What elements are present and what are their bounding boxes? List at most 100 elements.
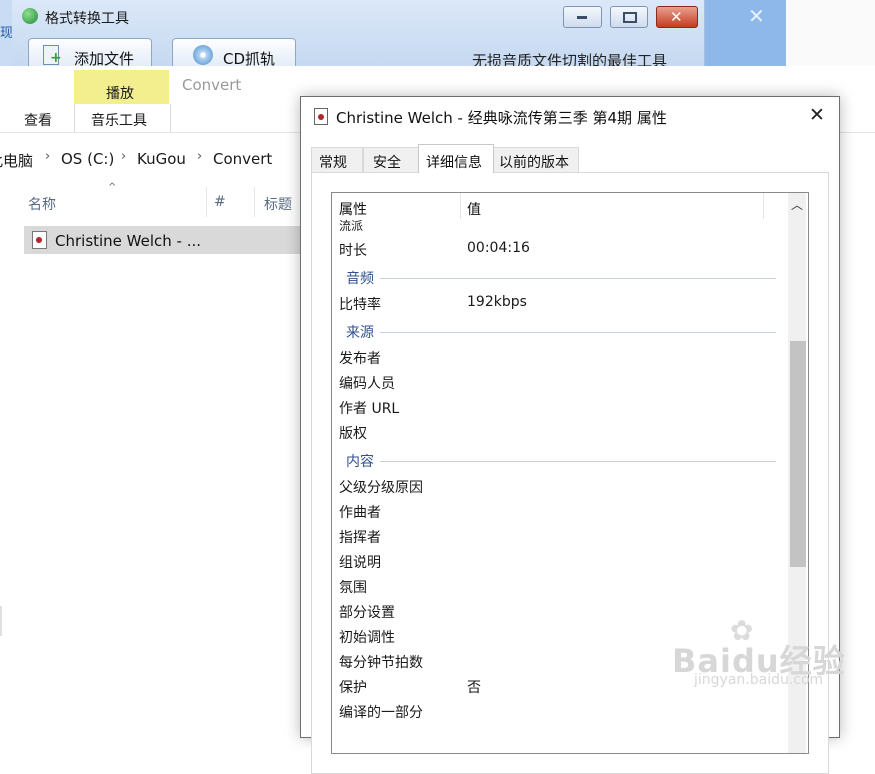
- tab-security[interactable]: 安全: [363, 147, 419, 172]
- property-label: 比特率: [339, 297, 381, 313]
- dialog-title: Christine Welch - 经典咏流传第三季 第4期 属性: [336, 109, 667, 127]
- tab-label: 安全: [373, 155, 401, 171]
- background-window-edge: 现: [0, 0, 13, 66]
- column-divider[interactable]: [460, 193, 461, 219]
- ribbon-music-tools-label[interactable]: 音乐工具: [91, 110, 147, 130]
- group-label: 音频: [346, 268, 380, 288]
- breadcrumb-item[interactable]: Convert: [213, 150, 272, 168]
- breadcrumb-item[interactable]: 此电脑: [0, 150, 33, 171]
- tab-label: 以前的版本: [499, 155, 569, 171]
- property-row-parental-reason[interactable]: 父级分级原因: [332, 477, 788, 499]
- file-row-selected[interactable]: Christine Welch - ...: [24, 226, 314, 254]
- property-row-mood[interactable]: 氛围: [332, 577, 788, 599]
- column-number[interactable]: #: [214, 194, 226, 210]
- converter-logo-icon: [22, 8, 38, 24]
- cd-icon: [193, 45, 213, 65]
- property-label: 氛围: [339, 580, 367, 596]
- property-label: 编译的一部分: [339, 705, 423, 721]
- property-row-conductor[interactable]: 指挥者: [332, 527, 788, 549]
- tab-details[interactable]: 详细信息: [418, 144, 494, 173]
- dialog-titlebar: Christine Welch - 经典咏流传第三季 第4期 属性 ✕: [301, 97, 839, 135]
- column-divider[interactable]: [254, 187, 255, 217]
- group-header-source: 来源: [332, 322, 788, 342]
- group-label: 来源: [346, 322, 380, 342]
- property-value: 否: [467, 680, 481, 696]
- property-label: 父级分级原因: [339, 480, 423, 496]
- property-label: 时长: [339, 243, 367, 259]
- breadcrumb-item[interactable]: KuGou: [137, 150, 186, 168]
- dialog-close-button[interactable]: ✕: [801, 103, 833, 129]
- add-file-button[interactable]: 添加文件: [28, 38, 152, 68]
- breadcrumb-item[interactable]: OS (C:): [61, 150, 114, 168]
- minimize-icon: [577, 16, 587, 19]
- property-label: 作者 URL: [339, 401, 400, 417]
- property-partial-row: 流派: [339, 219, 364, 233]
- maximize-button[interactable]: [610, 6, 648, 28]
- property-row-author-url[interactable]: 作者 URL: [332, 398, 788, 420]
- tab-previous-versions[interactable]: 以前的版本: [493, 147, 579, 172]
- property-label: 编码人员: [339, 376, 395, 392]
- group-header-content: 内容: [332, 451, 788, 471]
- add-file-icon: [43, 45, 62, 66]
- minimize-button[interactable]: [563, 6, 602, 28]
- property-row-copyright[interactable]: 版权: [332, 423, 788, 445]
- column-title[interactable]: 标题: [264, 194, 292, 214]
- group-header-audio: 音频: [332, 268, 788, 288]
- cd-rip-button[interactable]: CD抓轨: [172, 38, 296, 68]
- column-divider[interactable]: [206, 187, 207, 217]
- tab-general[interactable]: 常规: [311, 147, 363, 172]
- ribbon-context-title: Convert: [182, 76, 242, 94]
- file-name: Christine Welch - ...: [55, 232, 202, 250]
- group-divider: [346, 461, 776, 462]
- ribbon-context-tab-play[interactable]: 播放: [74, 70, 169, 104]
- property-row-publisher[interactable]: 发布者: [332, 348, 788, 370]
- column-name[interactable]: 名称: [28, 194, 56, 214]
- property-row-group-description[interactable]: 组说明: [332, 552, 788, 574]
- scroll-up-button[interactable]: ︿: [788, 193, 806, 215]
- property-row-bitrate[interactable]: 比特率 192kbps: [332, 294, 788, 316]
- group-label: 内容: [346, 451, 380, 471]
- property-label: 作曲者: [339, 505, 381, 521]
- chevron-right-icon[interactable]: ›: [45, 149, 50, 164]
- close-icon: ✕: [809, 104, 825, 126]
- background-close-icon[interactable]: ✕: [748, 4, 765, 28]
- property-label: 指挥者: [339, 530, 381, 546]
- audio-file-icon: [314, 108, 328, 125]
- property-value: 192kbps: [467, 294, 527, 310]
- watermark: ✿ Baidu经验 jingyan.baidu.com: [672, 614, 872, 694]
- converter-titlebar: 格式转换工具 ✕: [12, 0, 704, 34]
- watermark-url: jingyan.baidu.com: [694, 672, 824, 688]
- close-icon: ✕: [670, 8, 683, 26]
- chevron-right-icon[interactable]: ›: [121, 149, 126, 164]
- tab-label: 详细信息: [426, 155, 482, 171]
- maximize-icon: [623, 12, 637, 23]
- property-label: 版权: [339, 426, 367, 442]
- property-label: 初始调性: [339, 630, 395, 646]
- property-row-encoded-by[interactable]: 编码人员: [332, 373, 788, 395]
- background-window-titlebar: ✕: [704, 0, 786, 66]
- converter-window: 格式转换工具 ✕ 添加文件 CD抓轨 无损音质文件切割的最佳工具: [12, 0, 705, 70]
- background-area: [786, 0, 875, 66]
- property-label: 保护: [339, 680, 367, 696]
- scrollbar-thumb[interactable]: [790, 341, 806, 567]
- header-property[interactable]: 属性: [339, 199, 367, 219]
- close-button[interactable]: ✕: [656, 6, 698, 28]
- tab-label: 常规: [319, 155, 347, 171]
- ribbon-play-label: 播放: [106, 86, 134, 102]
- property-row-compilation[interactable]: 编译的一部分: [332, 702, 788, 724]
- column-divider[interactable]: [763, 193, 764, 219]
- sort-ascending-icon: ^: [108, 182, 117, 193]
- dialog-tabs: 常规 安全 详细信息 以前的版本: [311, 144, 831, 173]
- property-row-composer[interactable]: 作曲者: [332, 502, 788, 524]
- property-value: 00:04:16: [467, 240, 530, 256]
- property-row-duration[interactable]: 时长 00:04:16: [332, 240, 788, 262]
- chevron-right-icon[interactable]: ›: [197, 149, 202, 164]
- property-label: 发布者: [339, 351, 381, 367]
- scrollbar-edge: [0, 606, 2, 636]
- property-label: 部分设置: [339, 605, 395, 621]
- property-label: 组说明: [339, 555, 381, 571]
- property-label: 每分钟节拍数: [339, 655, 423, 671]
- header-value[interactable]: 值: [467, 199, 481, 219]
- ribbon-tab-view[interactable]: 查看: [24, 110, 52, 130]
- converter-title: 格式转换工具: [45, 11, 129, 27]
